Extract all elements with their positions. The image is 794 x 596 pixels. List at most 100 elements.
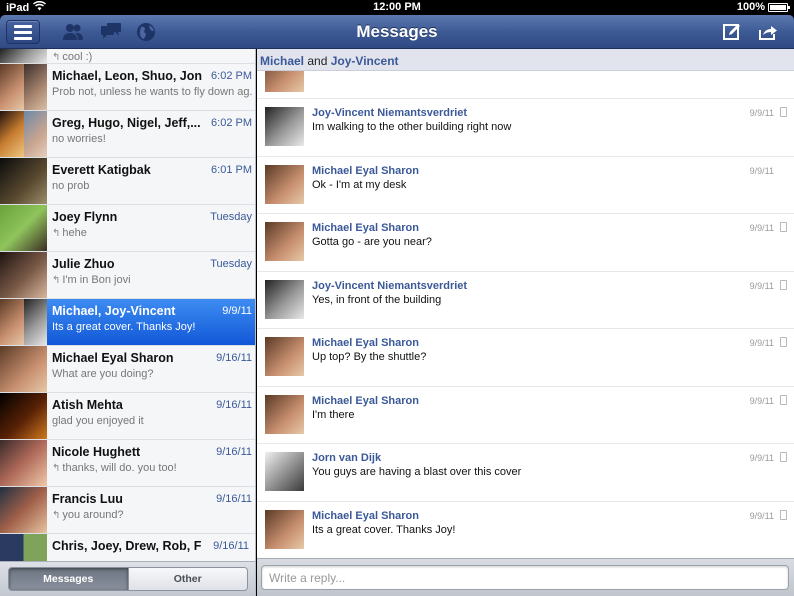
thread-panel: Michael and Joy-Vincent Joy-Vincent Niem… [257, 49, 794, 596]
conversation-time: 9/16/11 [216, 352, 252, 364]
conversation-name: Julie Zhuo [52, 257, 115, 271]
conversation-snippet: cool :) [62, 51, 93, 63]
conversation-name: Joey Flynn [52, 210, 118, 224]
mobile-phone-icon [780, 509, 787, 520]
message-date: 9/9/11 [749, 108, 774, 118]
reply-icon: ↰ [52, 510, 61, 521]
message-item-partial [257, 71, 794, 99]
share-icon [759, 26, 777, 40]
avatar [0, 111, 47, 157]
sender-name[interactable]: Jorn van Dijk [312, 452, 381, 464]
message-list: Joy-Vincent Niemantsverdriet Im walking … [257, 71, 794, 558]
conversation-snippet: no worries! [52, 133, 106, 145]
message-date: 9/9/11 [749, 280, 774, 291]
status-bar: iPad 12:00 PM 100% [0, 0, 794, 15]
avatar[interactable] [265, 107, 304, 146]
message-text: You guys are having a blast over this co… [312, 466, 522, 478]
share-button[interactable] [758, 23, 778, 41]
avatar[interactable] [265, 71, 304, 92]
avatar[interactable] [265, 222, 304, 261]
conversation-name: Everett Katigbak [52, 163, 151, 177]
conversation-list: ↰cool :) Michael, Leon, Shuo, Jona... 6:… [0, 49, 256, 596]
conversation-item[interactable]: Joey Flynn Tuesday ↰ hehe [0, 205, 255, 252]
avatar[interactable] [265, 337, 304, 376]
reply-icon: ↰ [52, 463, 61, 474]
sender-name[interactable]: Joy-Vincent Niemantsverdriet [312, 280, 467, 292]
message-text: Up top? By the shuttle? [312, 351, 427, 363]
conversation-item[interactable]: Atish Mehta 9/16/11 glad you enjoyed it [0, 393, 255, 440]
tab-other[interactable]: Other [127, 568, 247, 590]
avatar [0, 252, 47, 298]
reply-icon: ↰ [52, 228, 61, 239]
message-text: Ok - I'm at my desk [312, 178, 407, 191]
message-date: 9/9/11 [749, 223, 774, 233]
message-date: 9/9/11 [749, 453, 774, 463]
sender-name[interactable]: Joy-Vincent Niemantsverdriet [312, 107, 467, 119]
conversation-snippet: you around? [62, 509, 124, 521]
message-item: Michael Eyal Sharon Its a great cover. T… [257, 502, 794, 559]
conversation-item[interactable]: Francis Luu 9/16/11 ↰ you around? [0, 487, 255, 534]
message-item: Michael Eyal Sharon I'm there 9/9/11 [257, 387, 794, 444]
mobile-phone-icon [780, 279, 787, 290]
avatar [0, 49, 47, 63]
conversation-snippet: thanks, will do. you too! [62, 462, 177, 474]
message-date: 9/9/11 [749, 338, 774, 348]
avatar[interactable] [265, 164, 304, 204]
conversation-time: 6:02 PM [211, 117, 252, 129]
avatar [0, 158, 47, 204]
message-text: I'm there [312, 408, 355, 421]
reply-icon: ↰ [52, 52, 61, 63]
avatar [0, 393, 47, 439]
conversation-time: 9/16/11 [216, 493, 252, 505]
conversation-time: 9/16/11 [216, 399, 252, 411]
conversation-time: 6:01 PM [211, 164, 252, 176]
reply-bar [257, 558, 794, 596]
mobile-phone-icon [780, 394, 787, 405]
avatar[interactable] [265, 279, 304, 319]
segmented-control: Messages Other [8, 567, 248, 591]
compose-button[interactable] [722, 23, 742, 41]
message-item: Joy-Vincent Niemantsverdriet Yes, in fro… [257, 272, 794, 329]
avatar[interactable] [265, 509, 304, 549]
conversation-snippet: glad you enjoyed it [52, 415, 144, 427]
compose-icon [723, 24, 740, 40]
conversation-item-partial[interactable]: ↰ cool :) [0, 49, 255, 64]
conversation-name: Michael, Leon, Shuo, Jona... [52, 69, 202, 83]
conversation-item[interactable]: Greg, Hugo, Nigel, Jeff,... 6:02 PM no w… [0, 111, 255, 158]
sender-name[interactable]: Michael Eyal Sharon [312, 222, 419, 234]
conversation-item-selected[interactable]: Michael, Joy-Vincent 9/9/11 Its a great … [0, 299, 255, 346]
avatar [0, 299, 47, 345]
avatar[interactable] [265, 452, 304, 491]
mobile-phone-icon [780, 107, 787, 117]
conversation-snippet: Prob not, unless he wants to fly down ag… [52, 86, 252, 98]
conversation-time: 9/9/11 [222, 305, 252, 317]
conversation-item[interactable]: Michael, Leon, Shuo, Jona... 6:02 PM Pro… [0, 64, 255, 111]
reply-input[interactable] [261, 565, 789, 590]
conversation-item[interactable]: Michael Eyal Sharon 9/16/11 What are you… [0, 346, 255, 393]
page-title: Messages [356, 22, 438, 41]
avatar [0, 440, 47, 486]
sender-name[interactable]: Michael Eyal Sharon [312, 395, 419, 407]
avatar [0, 64, 47, 110]
conversation-item[interactable]: Nicole Hughett 9/16/11 ↰ thanks, will do.… [0, 440, 255, 487]
participant-link[interactable]: Joy-Vincent [331, 54, 399, 68]
message-date: 9/9/11 [749, 395, 774, 406]
message-item: Jorn van Dijk You guys are having a blas… [257, 444, 794, 502]
message-date: 9/9/11 [749, 165, 774, 176]
sender-name[interactable]: Michael Eyal Sharon [312, 337, 419, 349]
participant-link[interactable]: Michael [260, 54, 304, 68]
mobile-phone-icon [780, 222, 787, 232]
sender-name[interactable]: Michael Eyal Sharon [312, 165, 419, 177]
conversation-item[interactable]: Everett Katigbak 6:01 PM no prob [0, 158, 255, 205]
avatar [0, 205, 47, 251]
message-item: Joy-Vincent Niemantsverdriet Im walking … [257, 99, 794, 157]
clock: 12:00 PM [373, 1, 421, 13]
avatar [0, 487, 47, 533]
sender-name[interactable]: Michael Eyal Sharon [312, 510, 419, 522]
conversation-time: Tuesday [210, 211, 252, 223]
conversation-snippet: I'm in Bon jovi [62, 274, 131, 286]
tab-messages[interactable]: Messages [9, 568, 128, 590]
conversation-item[interactable]: Julie Zhuo Tuesday ↰ I'm in Bon jovi [0, 252, 255, 299]
message-item: Michael Eyal Sharon Gotta go - are you n… [257, 214, 794, 272]
avatar[interactable] [265, 394, 304, 434]
